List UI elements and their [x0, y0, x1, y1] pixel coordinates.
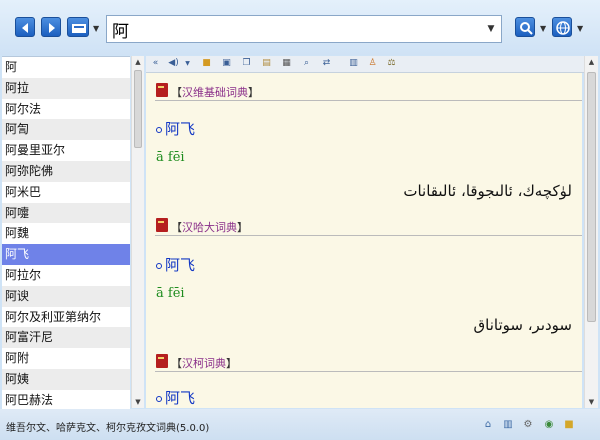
status-text: 维吾尔文、哈萨克文、柯尔克孜文词典(5.0.0)	[6, 423, 210, 434]
list-item[interactable]: 阿米巴	[2, 182, 130, 203]
dictionary-entry: 【汉柯词典】 阿飞	[146, 350, 582, 408]
dictionary-name: 汉柯词典	[182, 357, 226, 370]
back-icon	[22, 23, 28, 33]
dictionary-select-button[interactable]	[67, 17, 89, 37]
content-scrollbar[interactable]: ▲ ▼	[584, 56, 598, 408]
divider	[155, 235, 582, 236]
list-item[interactable]: 阿谀	[2, 285, 130, 307]
home-icon[interactable]: ⌂	[482, 419, 494, 431]
find-icon[interactable]: ⌕	[301, 58, 312, 69]
pinyin: ā fēi	[156, 286, 185, 301]
scroll-thumb[interactable]	[134, 70, 142, 148]
divider	[155, 371, 582, 372]
divider	[155, 100, 582, 101]
globe-icon	[556, 21, 570, 35]
search-box[interactable]: ▼	[106, 15, 502, 43]
headword: 阿飞	[156, 254, 195, 275]
list-item-selected[interactable]: 阿飞	[2, 244, 130, 265]
scroll-down-icon[interactable]: ▼	[585, 396, 598, 408]
list-item[interactable]: 阿富汗尼	[2, 327, 130, 349]
scroll-thumb[interactable]	[587, 72, 596, 322]
forward-icon	[49, 23, 55, 33]
list-item[interactable]: 阿魏	[2, 223, 130, 244]
globe-dropdown-icon[interactable]: ▼	[577, 24, 583, 33]
dictionary-name: 汉哈大词典	[182, 221, 237, 234]
network-icon[interactable]: ◉	[543, 419, 555, 431]
collapse-icon[interactable]: «	[150, 58, 161, 69]
headword: 阿飞	[156, 118, 195, 139]
dictionary-select-icon	[72, 24, 86, 33]
scale-icon[interactable]: ⚖	[386, 58, 397, 69]
print-icon[interactable]: ▦	[281, 58, 292, 69]
scroll-down-icon[interactable]: ▼	[132, 396, 144, 408]
list-item[interactable]: 阿拉尔	[2, 265, 130, 286]
dictionary-name: 汉维基础词典	[182, 86, 248, 99]
dictionary-entry: 【汉维基础词典】 阿飞 ā fēi لۈكچەك، ئالىجوقا، ئالى…	[146, 79, 582, 214]
list-item[interactable]: 阿尔法	[2, 99, 130, 120]
lock-icon[interactable]: ■	[563, 419, 575, 431]
word-list[interactable]: 阿 阿拉 阿尔法 阿訇 阿曼里亚尔 阿弥陀佛 阿米巴 阿嚏 阿魏 阿飞 阿拉尔 …	[2, 56, 130, 409]
translation: لۈكچەك، ئالىجوقا، ئالىقانات	[403, 182, 572, 200]
pinyin: ā fēi	[156, 150, 185, 165]
dictionary-dropdown-icon[interactable]: ▼	[93, 24, 99, 33]
search-input[interactable]	[107, 16, 486, 42]
person-icon[interactable]: ♙	[367, 58, 378, 69]
back-button[interactable]	[15, 17, 35, 37]
search-dropdown-icon[interactable]: ▼	[540, 24, 546, 33]
dictionary-book-icon	[156, 218, 168, 232]
swap-icon[interactable]: ⇄	[321, 58, 332, 69]
globe-button[interactable]	[552, 17, 572, 37]
translation: سودىر، سوتاناق	[473, 316, 572, 334]
list-item[interactable]: 阿附	[2, 348, 130, 369]
list-item[interactable]: 阿姨	[2, 368, 130, 390]
dictionary-header: 【汉哈大词典】	[146, 214, 582, 236]
book-icon[interactable]: ▥	[502, 419, 514, 431]
main-toolbar: ▼ ▼ ▼ ▼	[0, 0, 600, 55]
chevron-down-icon[interactable]: ▼	[483, 20, 499, 38]
dictionary-header: 【汉维基础词典】	[146, 79, 582, 101]
speaker-dropdown-icon[interactable]: ▼	[182, 58, 193, 69]
list-item[interactable]: 阿尔及利亚第纳尔	[2, 307, 130, 328]
list-item[interactable]: 阿	[2, 57, 130, 78]
list-item[interactable]: 阿巴赫法	[2, 390, 130, 409]
status-bar: 维吾尔文、哈萨克文、柯尔克孜文词典(5.0.0) ⌂ ▥ ⚙ ◉ ■	[0, 409, 600, 440]
list-item[interactable]: 阿弥陀佛	[2, 160, 130, 182]
list-item[interactable]: 阿曼里亚尔	[2, 140, 130, 161]
definition-panel[interactable]: 【汉维基础词典】 阿飞 ā fēi لۈكچەك، ئالىجوقا، ئالى…	[146, 73, 582, 408]
copy-icon[interactable]: ❐	[241, 58, 252, 69]
dictionary-book-icon	[156, 354, 168, 368]
search-button[interactable]	[515, 17, 535, 37]
content-toolbar: « ◀) ▼ ■ ▣ ❐ ▤ ▦ ⌕ ⇄ ▥ ♙ ⚖	[146, 56, 584, 73]
scroll-up-icon[interactable]: ▲	[132, 56, 144, 68]
headword: 阿飞	[156, 387, 195, 408]
dictionary-entry: 【汉哈大词典】 阿飞 ā fēi سودىر، سوتاناق	[146, 214, 582, 348]
list-item[interactable]: 阿拉	[2, 77, 130, 99]
save-icon[interactable]: ▣	[221, 58, 232, 69]
paste-icon[interactable]: ▤	[261, 58, 272, 69]
folder-icon[interactable]: ■	[201, 58, 212, 69]
settings-icon[interactable]: ⚙	[522, 419, 534, 431]
list-item[interactable]: 阿嚏	[2, 202, 130, 224]
word-list-scrollbar[interactable]: ▲ ▼	[131, 56, 144, 408]
list-item[interactable]: 阿訇	[2, 119, 130, 141]
forward-button[interactable]	[41, 17, 61, 37]
dictionary-book-icon	[156, 83, 168, 97]
scroll-up-icon[interactable]: ▲	[585, 56, 598, 68]
search-icon	[520, 22, 533, 35]
speaker-icon[interactable]: ◀)	[168, 58, 179, 69]
dictionary-header: 【汉柯词典】	[146, 350, 582, 372]
book-icon[interactable]: ▥	[348, 58, 359, 69]
